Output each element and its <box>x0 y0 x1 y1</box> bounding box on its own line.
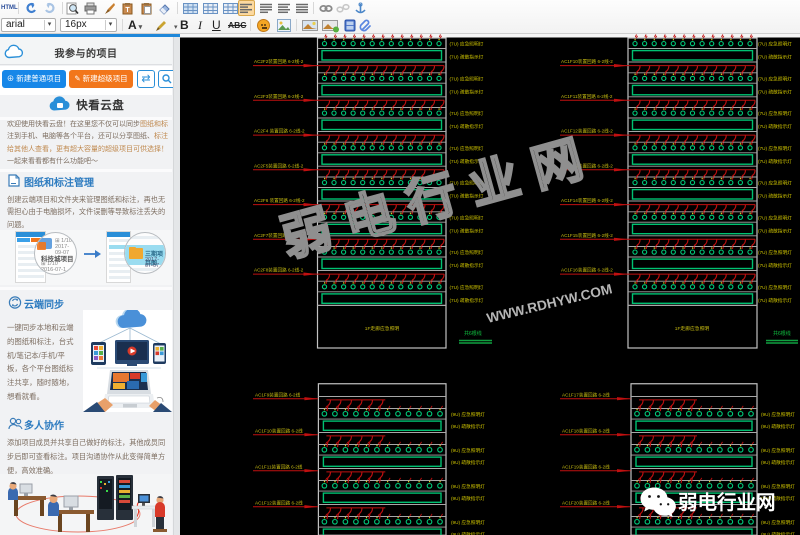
svg-text:AC1F9装置回路 6-2线: AC1F9装置回路 6-2线 <box>255 391 301 398</box>
svg-text:AC2F2装置回路 6-2线-2: AC2F2装置回路 6-2线-2 <box>254 58 304 65</box>
svg-text:(7U) 应急照明灯: (7U) 应急照明灯 <box>450 41 484 48</box>
svg-text:(9U) 疏散指示灯: (9U) 疏散指示灯 <box>451 423 485 430</box>
svg-text:(9U) 疏散指示灯: (9U) 疏散指示灯 <box>451 531 485 535</box>
svg-text:(7U) 疏散指示灯: (7U) 疏散指示灯 <box>758 227 792 234</box>
svg-text:AC1F12装置回路 6-2线: AC1F12装置回路 6-2线 <box>255 499 303 506</box>
svg-text:(7U) 应急照明灯: (7U) 应急照明灯 <box>758 41 792 48</box>
svg-text:共6根线: 共6根线 <box>464 330 482 337</box>
svg-text:(7U) 疏散指示灯: (7U) 疏散指示灯 <box>758 54 792 61</box>
svg-text:(7U) 应急照明灯: (7U) 应急照明灯 <box>450 75 484 82</box>
svg-text:(9U) 疏散指示灯: (9U) 疏散指示灯 <box>761 459 795 466</box>
svg-text:(7U) 疏散指示灯: (7U) 疏散指示灯 <box>450 88 484 95</box>
svg-text:(9U) 应急照明灯: (9U) 应急照明灯 <box>761 447 795 454</box>
svg-text:AC2F4 装置回路 6-2线-2: AC2F4 装置回路 6-2线-2 <box>254 128 305 135</box>
svg-text:AC2F6 装置回路 6-2线-2: AC2F6 装置回路 6-2线-2 <box>254 197 305 204</box>
svg-text:(9U) 应急照明灯: (9U) 应急照明灯 <box>761 411 795 418</box>
svg-text:(9U) 疏散指示灯: (9U) 疏散指示灯 <box>761 423 795 430</box>
svg-text:(9U) 疏散指示灯: (9U) 疏散指示灯 <box>761 531 795 535</box>
svg-text:(9U) 应急照明灯: (9U) 应急照明灯 <box>451 447 485 454</box>
svg-text:(7U) 疏散指示灯: (7U) 疏散指示灯 <box>450 297 484 304</box>
svg-text:(9U) 应急照明灯: (9U) 应急照明灯 <box>451 519 485 526</box>
svg-text:AC1F11装置回路 6-2线-2: AC1F11装置回路 6-2线-2 <box>561 93 613 100</box>
svg-text:1F走廊应急照明: 1F走廊应急照明 <box>675 325 710 332</box>
svg-text:(9U) 应急照明灯: (9U) 应急照明灯 <box>451 483 485 490</box>
svg-text:共6根线: 共6根线 <box>773 330 791 337</box>
svg-text:AC2F3装置回路 6-2线-2: AC2F3装置回路 6-2线-2 <box>254 93 304 100</box>
svg-text:(7U) 疏散指示灯: (7U) 疏散指示灯 <box>450 123 484 130</box>
svg-text:(7U) 应急照明灯: (7U) 应急照明灯 <box>758 75 792 82</box>
svg-text:(7U) 应急照明灯: (7U) 应急照明灯 <box>758 249 792 256</box>
svg-text:(7U) 疏散指示灯: (7U) 疏散指示灯 <box>758 262 792 269</box>
svg-text:(9U) 应急照明灯: (9U) 应急照明灯 <box>451 411 485 418</box>
svg-text:(7U) 疏散指示灯: (7U) 疏散指示灯 <box>758 88 792 95</box>
svg-text:(7U) 应急照明灯: (7U) 应急照明灯 <box>450 249 484 256</box>
svg-text:(9U) 疏散指示灯: (9U) 疏散指示灯 <box>451 459 485 466</box>
svg-text:(7U) 疏散指示灯: (7U) 疏散指示灯 <box>758 158 792 165</box>
svg-text:(7U) 应急照明灯: (7U) 应急照明灯 <box>758 145 792 152</box>
svg-text:(7U) 疏散指示灯: (7U) 疏散指示灯 <box>450 54 484 61</box>
svg-text:(7U) 疏散指示灯: (7U) 疏散指示灯 <box>758 297 792 304</box>
svg-text:AC1F19装置回路 6-2线: AC1F19装置回路 6-2线 <box>562 463 610 470</box>
svg-text:(9U) 应急照明灯: (9U) 应急照明灯 <box>761 519 795 526</box>
svg-text:AC1F10装置回路 6-2线: AC1F10装置回路 6-2线 <box>255 427 303 434</box>
svg-text:AC1F20装置回路 6-2线: AC1F20装置回路 6-2线 <box>562 499 610 506</box>
svg-text:弱电行业网: 弱电行业网 <box>678 491 776 514</box>
svg-text:(7U) 疏散指示灯: (7U) 疏散指示灯 <box>450 262 484 269</box>
svg-text:(7U) 应急照明灯: (7U) 应急照明灯 <box>450 145 484 152</box>
svg-text:1F走廊应急照明: 1F走廊应急照明 <box>365 325 400 332</box>
svg-text:AC1F11装置回路 6-2线: AC1F11装置回路 6-2线 <box>255 463 303 470</box>
svg-text:AC2F8装置回路 6-2线-2: AC2F8装置回路 6-2线-2 <box>254 267 304 274</box>
svg-text:AC1F17装置回路 6-2线: AC1F17装置回路 6-2线 <box>562 391 610 398</box>
svg-text:(7U) 应急照明灯: (7U) 应急照明灯 <box>758 110 792 117</box>
svg-text:AC1F18装置回路 6-2线: AC1F18装置回路 6-2线 <box>562 427 610 434</box>
svg-text:(7U) 应急照明灯: (7U) 应急照明灯 <box>450 110 484 117</box>
svg-text:(7U) 应急照明灯: (7U) 应急照明灯 <box>758 180 792 187</box>
svg-text:(7U) 应急照明灯: (7U) 应急照明灯 <box>758 214 792 221</box>
svg-text:(9U) 疏散指示灯: (9U) 疏散指示灯 <box>451 495 485 502</box>
svg-text:(7U) 疏散指示灯: (7U) 疏散指示灯 <box>450 227 484 234</box>
svg-text:AC2F5装置回路 6-2线-2: AC2F5装置回路 6-2线-2 <box>254 162 304 169</box>
svg-text:T: T <box>125 7 130 14</box>
svg-text:(7U) 疏散指示灯: (7U) 疏散指示灯 <box>758 123 792 130</box>
svg-text:AC1F10装置回路 6-2线-2: AC1F10装置回路 6-2线-2 <box>561 58 613 65</box>
svg-text:AC1F16装置回路 6-2线-2: AC1F16装置回路 6-2线-2 <box>561 267 613 274</box>
svg-text:(7U) 疏散指示灯: (7U) 疏散指示灯 <box>758 193 792 200</box>
svg-text:(7U) 应急照明灯: (7U) 应急照明灯 <box>758 284 792 291</box>
svg-text:AC1F14装置回路 6-2线-2: AC1F14装置回路 6-2线-2 <box>561 197 613 204</box>
svg-text:AC1F15装置回路 6-2线-2: AC1F15装置回路 6-2线-2 <box>561 232 613 239</box>
svg-text:(7U) 应急照明灯: (7U) 应急照明灯 <box>450 284 484 291</box>
svg-text:(9U) 应急照明灯: (9U) 应急照明灯 <box>761 483 795 490</box>
